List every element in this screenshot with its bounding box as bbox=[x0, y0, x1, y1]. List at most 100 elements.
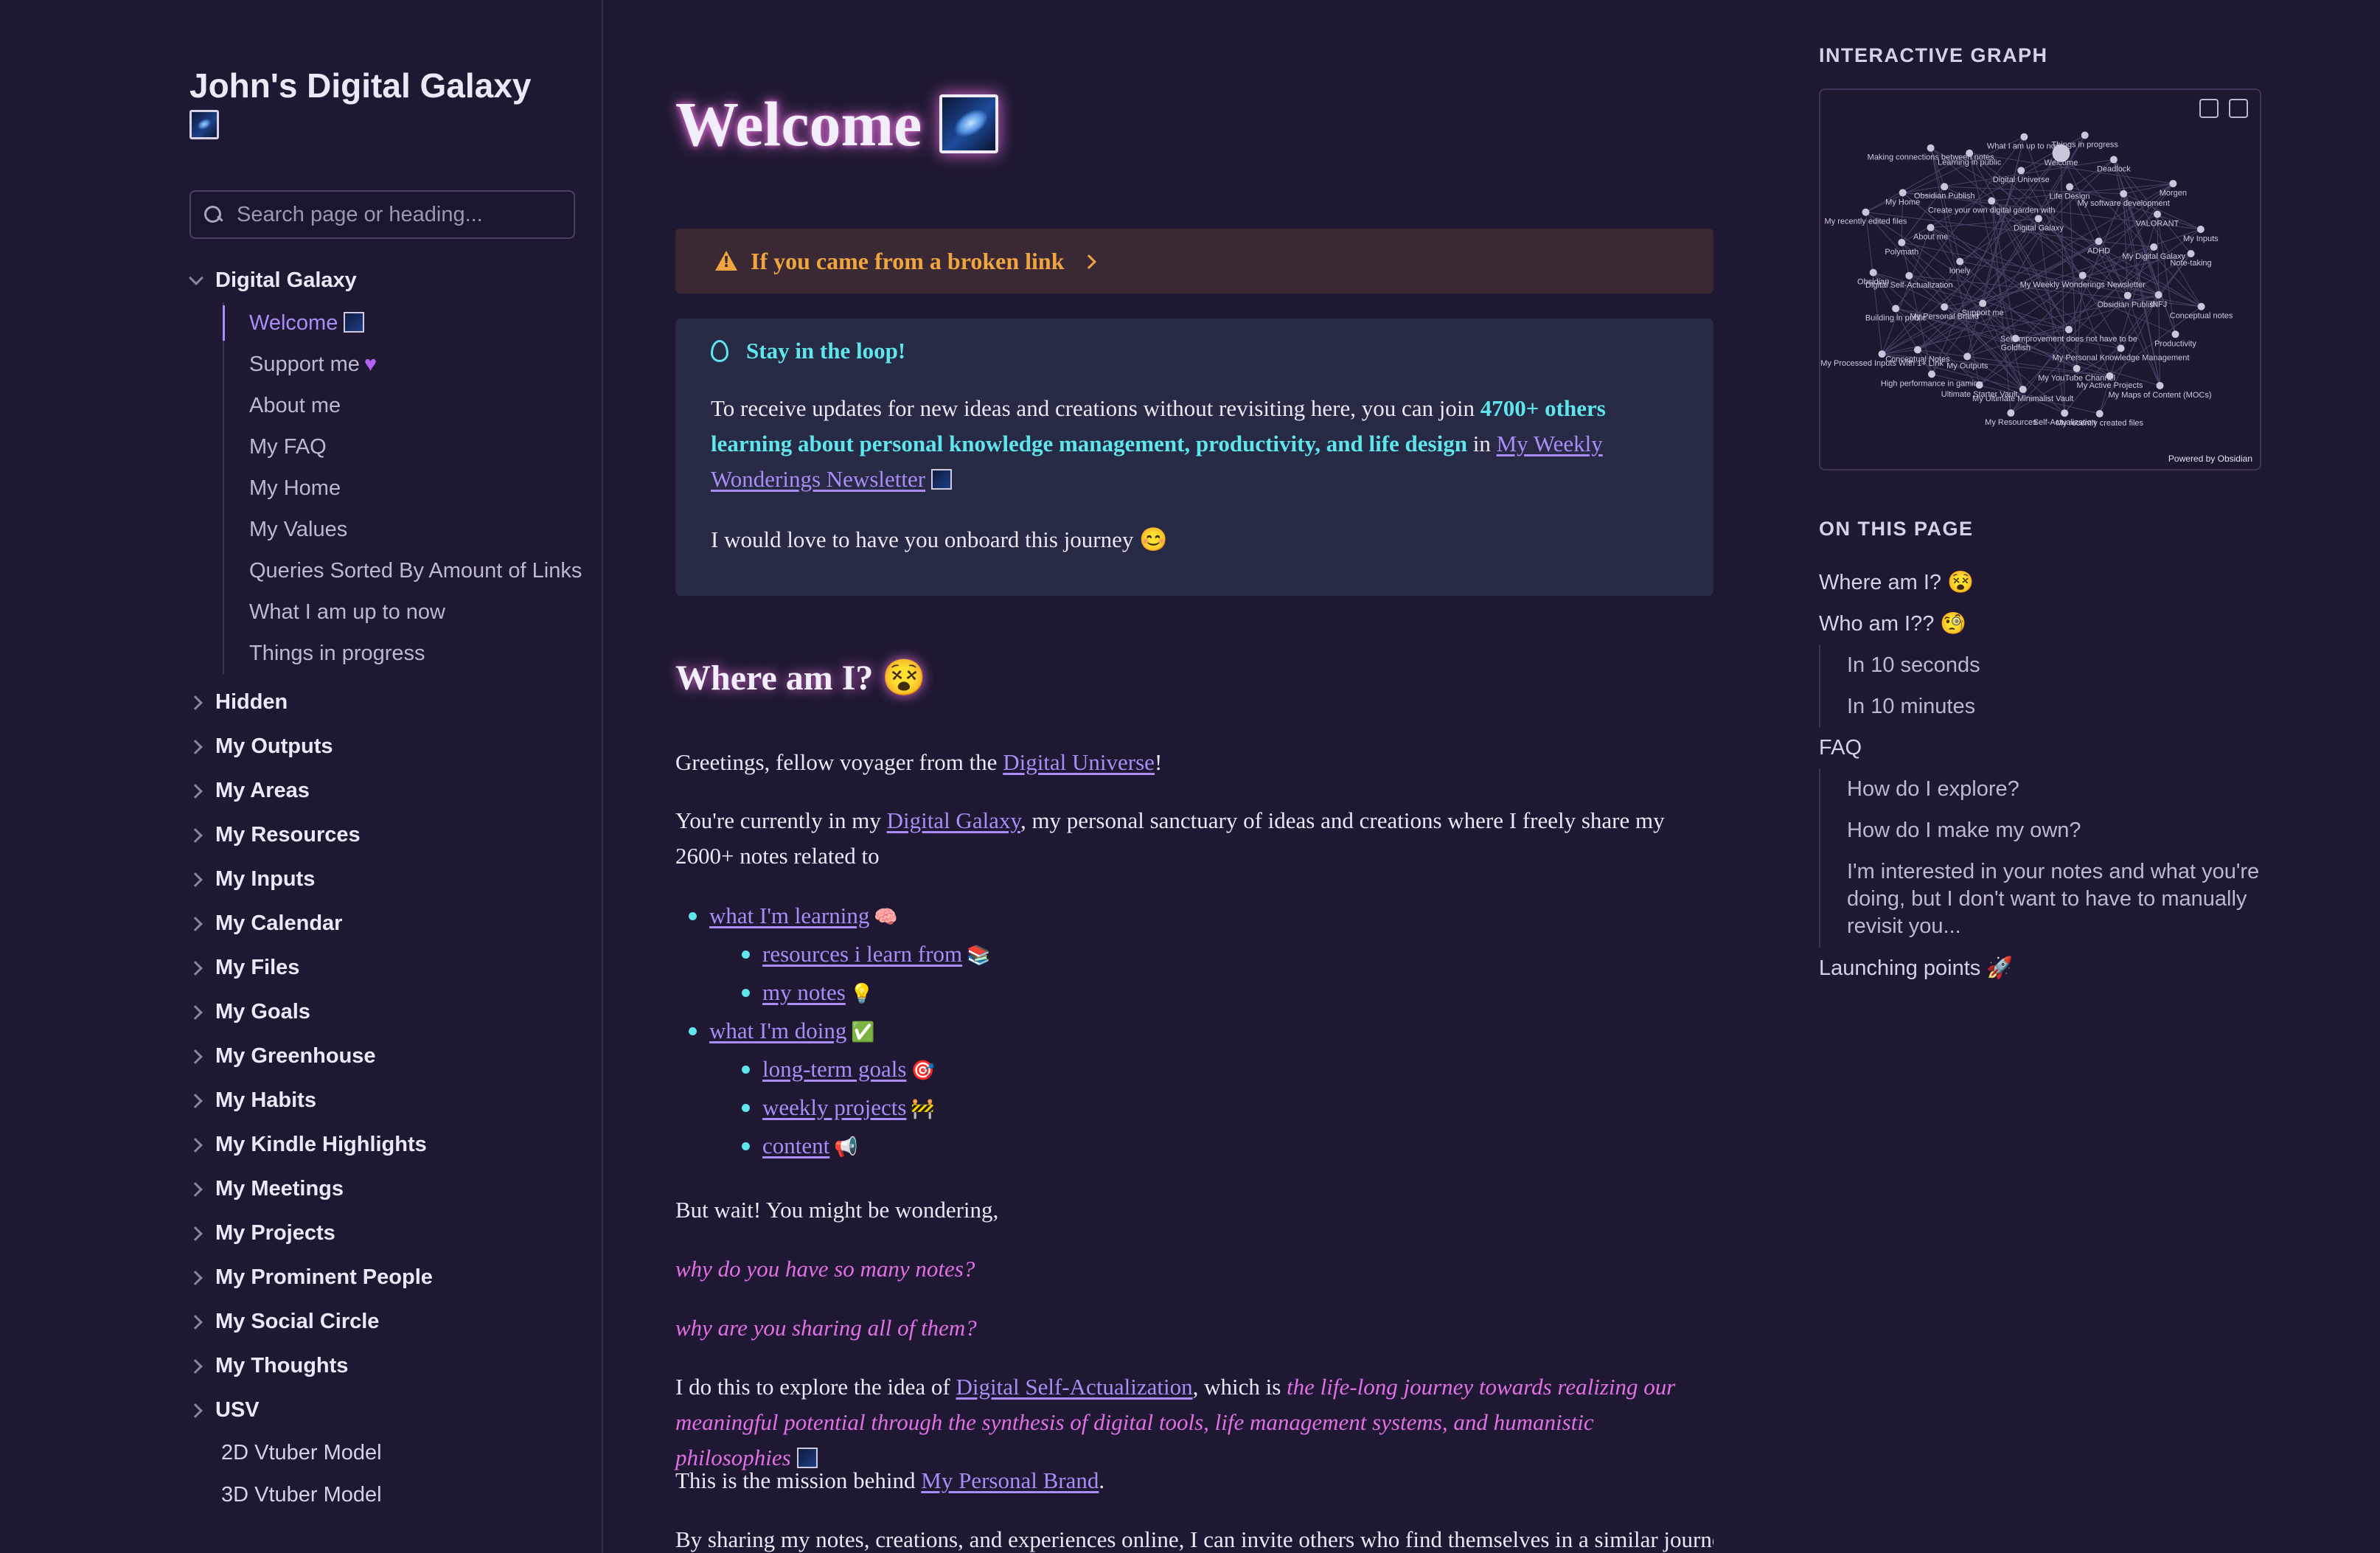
nav-group-my-areas[interactable]: My Areas bbox=[184, 768, 582, 813]
graph-node[interactable] bbox=[2123, 291, 2132, 299]
graph-node[interactable] bbox=[2095, 410, 2104, 418]
nav-item-queries-sorted[interactable]: Queries Sorted By Amount of Links bbox=[224, 550, 582, 591]
chevron-right-icon[interactable] bbox=[184, 1355, 206, 1377]
graph-node[interactable] bbox=[1963, 352, 1972, 361]
topic-link[interactable]: my notes bbox=[762, 979, 846, 1005]
graph-node[interactable] bbox=[2011, 335, 2019, 343]
graph-node[interactable] bbox=[1905, 271, 1913, 279]
graph-node[interactable] bbox=[1898, 238, 1906, 246]
graph-node[interactable] bbox=[2154, 210, 2162, 218]
nav-item-support-me[interactable]: Support me ♥ bbox=[224, 344, 582, 385]
graph-node[interactable] bbox=[2169, 179, 2177, 187]
graph-node[interactable] bbox=[2034, 215, 2042, 223]
chevron-right-icon[interactable] bbox=[184, 1310, 206, 1333]
chevron-right-icon[interactable] bbox=[184, 868, 206, 890]
powered-by-label[interactable]: Powered by Obsidian bbox=[2168, 454, 2252, 464]
graph-node[interactable] bbox=[1988, 197, 1996, 205]
chevron-right-icon[interactable] bbox=[184, 1001, 206, 1023]
broken-link-callout[interactable]: If you came from a broken link bbox=[675, 229, 1713, 293]
graph-node[interactable] bbox=[2064, 325, 2073, 333]
graph-node[interactable] bbox=[2117, 344, 2125, 352]
toc-item-interested-in-notes[interactable]: I'm interested in your notes and what yo… bbox=[1847, 851, 2261, 948]
topic-link[interactable]: what I'm doing bbox=[709, 1018, 846, 1043]
graph-node[interactable] bbox=[1899, 189, 1907, 197]
nav-group-my-thoughts[interactable]: My Thoughts bbox=[184, 1344, 582, 1388]
graph-node[interactable] bbox=[2187, 249, 2195, 257]
graph-node[interactable] bbox=[2197, 302, 2205, 310]
expand-icon[interactable] bbox=[2229, 99, 2248, 118]
chevron-right-icon[interactable] bbox=[184, 1178, 206, 1200]
graph-settings-icon[interactable] bbox=[2199, 99, 2219, 118]
graph-node[interactable] bbox=[2106, 372, 2114, 380]
nav-group-my-goals[interactable]: My Goals bbox=[184, 990, 582, 1034]
graph-node[interactable] bbox=[1927, 370, 1935, 378]
nav-item-my-home[interactable]: My Home bbox=[224, 468, 582, 509]
nav-group-my-projects[interactable]: My Projects bbox=[184, 1211, 582, 1255]
chevron-right-icon[interactable] bbox=[184, 1045, 206, 1067]
chevron-right-icon[interactable] bbox=[184, 735, 206, 757]
toc-item-in-10-minutes[interactable]: In 10 minutes bbox=[1847, 686, 2261, 727]
graph-node[interactable] bbox=[2095, 237, 2103, 246]
graph-node[interactable] bbox=[2061, 409, 2069, 417]
chevron-right-icon[interactable] bbox=[184, 956, 206, 979]
chevron-right-icon[interactable] bbox=[184, 779, 206, 802]
chevron-right-icon[interactable] bbox=[1084, 254, 1099, 268]
graph-node[interactable] bbox=[1862, 208, 1870, 216]
topic-link[interactable]: resources i learn from bbox=[762, 941, 962, 967]
graph-node[interactable] bbox=[2109, 156, 2118, 164]
nav-group-my-kindle-highlights[interactable]: My Kindle Highlights bbox=[184, 1122, 582, 1167]
nav-item-2d-vtuber-model[interactable]: 2D Vtuber Model bbox=[184, 1432, 582, 1474]
graph-node[interactable] bbox=[2066, 183, 2074, 191]
chevron-down-icon[interactable] bbox=[184, 269, 206, 291]
chevron-right-icon[interactable] bbox=[184, 912, 206, 934]
nav-group-my-habits[interactable]: My Habits bbox=[184, 1078, 582, 1122]
topic-link[interactable]: content bbox=[762, 1133, 829, 1158]
graph-node[interactable] bbox=[2007, 409, 2015, 417]
toc-item-how-do-i-make-my-own[interactable]: How do I make my own? bbox=[1847, 810, 2261, 851]
graph-node[interactable] bbox=[2017, 167, 2025, 175]
chevron-right-icon[interactable] bbox=[184, 1133, 206, 1156]
chevron-right-icon[interactable] bbox=[184, 1266, 206, 1288]
nav-group-my-resources[interactable]: My Resources bbox=[184, 813, 582, 857]
graph-node[interactable] bbox=[2196, 225, 2205, 233]
nav-item-what-i-am-up-to-now[interactable]: What I am up to now bbox=[224, 591, 582, 633]
graph-node[interactable] bbox=[2154, 291, 2162, 299]
nav-group-my-calendar[interactable]: My Calendar bbox=[184, 901, 582, 945]
nav-group-my-social-circle[interactable]: My Social Circle bbox=[184, 1299, 582, 1344]
topic-link[interactable]: what I'm learning bbox=[709, 903, 869, 928]
toc-item-where-am-i[interactable]: Where am I? 😵 bbox=[1819, 562, 2261, 603]
graph-node[interactable] bbox=[1956, 257, 1964, 265]
search-input[interactable] bbox=[237, 202, 574, 227]
graph-node[interactable] bbox=[1941, 183, 1949, 191]
toc-item-faq[interactable]: FAQ bbox=[1819, 727, 2261, 768]
nav-group-usv[interactable]: USV bbox=[184, 1388, 582, 1432]
nav-item-my-faq[interactable]: My FAQ bbox=[224, 426, 582, 468]
graph-node[interactable] bbox=[2078, 271, 2087, 279]
search-box[interactable] bbox=[189, 190, 575, 239]
toc-item-how-do-i-explore[interactable]: How do I explore? bbox=[1847, 768, 2261, 810]
nav-group-my-greenhouse[interactable]: My Greenhouse bbox=[184, 1034, 582, 1078]
nav-group-my-outputs[interactable]: My Outputs bbox=[184, 724, 582, 768]
graph-node[interactable] bbox=[1927, 144, 1935, 152]
nav-group-digital-galaxy[interactable]: Digital Galaxy bbox=[184, 258, 582, 302]
topic-link[interactable]: weekly projects bbox=[762, 1094, 906, 1120]
nav-item-my-values[interactable]: My Values bbox=[224, 509, 582, 550]
nav-item-about-me[interactable]: About me bbox=[224, 385, 582, 426]
graph-node[interactable] bbox=[2019, 386, 2027, 394]
nav-item-things-in-progress[interactable]: Things in progress bbox=[224, 633, 582, 674]
graph-node[interactable] bbox=[1941, 303, 1949, 311]
graph-node[interactable] bbox=[2073, 364, 2081, 372]
graph-node[interactable] bbox=[2171, 330, 2179, 338]
nav-group-hidden[interactable]: Hidden bbox=[184, 680, 582, 724]
nav-item-welcome[interactable]: Welcome bbox=[223, 302, 582, 344]
graph-node[interactable] bbox=[2150, 243, 2158, 251]
graph-node[interactable] bbox=[2156, 381, 2164, 389]
nav-group-my-meetings[interactable]: My Meetings bbox=[184, 1167, 582, 1211]
chevron-right-icon[interactable] bbox=[184, 691, 206, 713]
toc-item-who-am-i[interactable]: Who am I?? 🧐 bbox=[1819, 603, 2261, 645]
digital-self-actualization-link[interactable]: Digital Self-Actualization bbox=[956, 1374, 1193, 1400]
graph-node[interactable] bbox=[1927, 223, 1935, 232]
nav-group-my-files[interactable]: My Files bbox=[184, 945, 582, 990]
toc-item-launching-points[interactable]: Launching points 🚀 bbox=[1819, 948, 2261, 989]
site-title[interactable]: John's Digital Galaxy bbox=[189, 63, 573, 139]
